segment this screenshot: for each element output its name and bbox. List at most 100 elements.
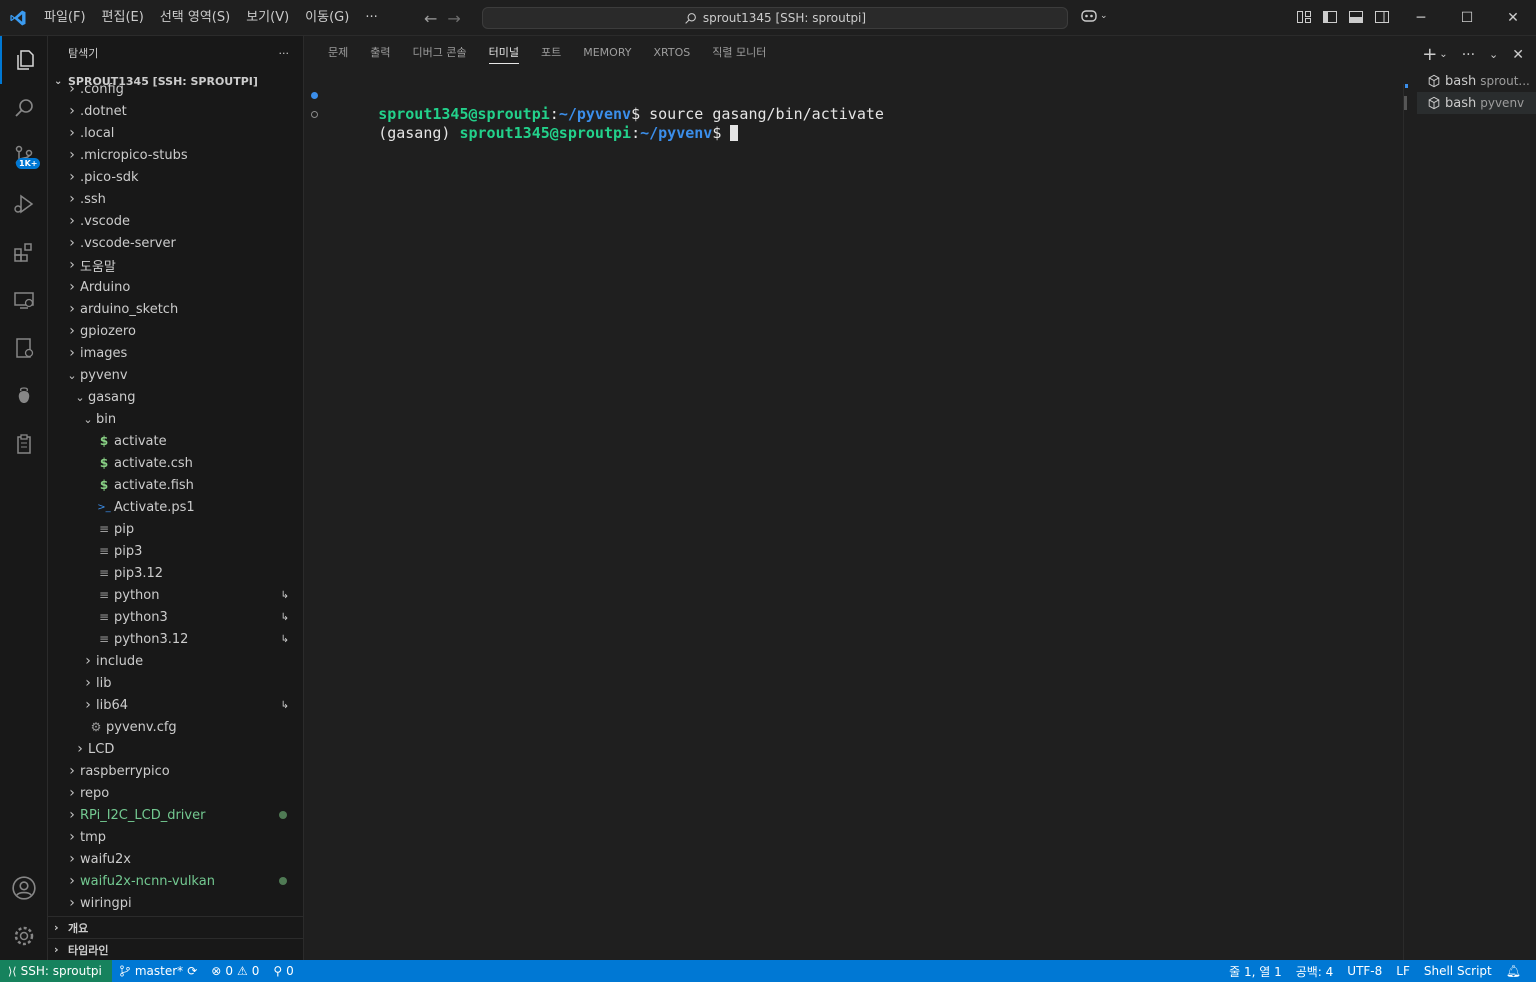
tree-file[interactable]: $ activate.csh	[48, 452, 303, 474]
tree-folder[interactable]: › wiringpi	[48, 892, 303, 914]
source-control-icon[interactable]: 1K+	[0, 132, 48, 180]
remote-indicator[interactable]: ⟩⟨ SSH: sproutpi	[0, 960, 112, 982]
tree-file[interactable]: ≡ pip3.12	[48, 562, 303, 584]
tree-file[interactable]: $ activate	[48, 430, 303, 452]
toggle-panel-icon[interactable]	[1348, 9, 1364, 25]
copilot-menu[interactable]: ⌄	[1080, 8, 1108, 24]
tab-memory[interactable]: MEMORY	[572, 36, 642, 70]
tree-folder[interactable]: › .vscode-server	[48, 232, 303, 254]
tree-folder[interactable]: › 도움말	[48, 254, 303, 276]
menu-selection[interactable]: 선택 영역(S)	[152, 0, 238, 36]
git-branch[interactable]: master* ⟳	[112, 964, 204, 978]
maximize-panel-icon[interactable]: ⌄	[1489, 48, 1498, 61]
tree-folder[interactable]: › .config	[48, 78, 303, 100]
tree-folder[interactable]: › arduino_sketch	[48, 298, 303, 320]
tree-folder[interactable]: › gpiozero	[48, 320, 303, 342]
tab-problems[interactable]: 문제	[317, 36, 359, 70]
tree-file[interactable]: ≡ python ↳	[48, 584, 303, 606]
tree-item-label: include	[96, 653, 144, 669]
tree-folder[interactable]: › .pico-sdk	[48, 166, 303, 188]
end-of-line[interactable]: LF	[1389, 964, 1417, 978]
tree-folder[interactable]: › include	[48, 650, 303, 672]
pico-extension-icon[interactable]	[0, 324, 48, 372]
more-actions-icon[interactable]: ···	[1462, 47, 1475, 63]
gear-icon[interactable]	[0, 912, 48, 960]
tab-debug-console[interactable]: 디버그 콘솔	[402, 36, 478, 70]
outline-section[interactable]: › 개요	[48, 916, 303, 938]
tree-folder[interactable]: › waifu2x-ncnn-vulkan	[48, 870, 303, 892]
command-center[interactable]: sprout1345 [SSH: sproutpi]	[482, 7, 1068, 29]
ports-indicator[interactable]: ⚲ 0	[266, 964, 300, 978]
toggle-secondary-sidebar-icon[interactable]	[1374, 9, 1390, 25]
menu-more[interactable]: ···	[357, 0, 385, 36]
terminal-scrollbar[interactable]	[1403, 84, 1417, 960]
tree-folder[interactable]: › .ssh	[48, 188, 303, 210]
tree-item-label: Arduino	[80, 279, 131, 295]
terminal-item[interactable]: bash pyvenv	[1417, 92, 1536, 114]
tab-terminal[interactable]: 터미널	[478, 36, 530, 70]
forward-arrow-icon[interactable]: →	[447, 9, 460, 28]
tree-folder[interactable]: › RPi_I2C_LCD_driver	[48, 804, 303, 826]
tab-output[interactable]: 출력	[359, 36, 401, 70]
tab-serial-monitor[interactable]: 직렬 모니터	[701, 36, 777, 70]
customize-layout-icon[interactable]	[1296, 9, 1312, 25]
account-icon[interactable]	[0, 864, 48, 912]
tree-folder[interactable]: › waifu2x	[48, 848, 303, 870]
language-mode[interactable]: Shell Script	[1417, 964, 1499, 978]
more-actions-icon[interactable]: ···	[279, 47, 290, 60]
tree-folder[interactable]: › LCD	[48, 738, 303, 760]
toggle-primary-sidebar-icon[interactable]	[1322, 9, 1338, 25]
menu-view[interactable]: 보기(V)	[238, 0, 297, 36]
close-icon[interactable]: ✕	[1512, 47, 1524, 63]
tree-file[interactable]: $ activate.fish	[48, 474, 303, 496]
run-debug-icon[interactable]	[0, 180, 48, 228]
tree-folder[interactable]: › .local	[48, 122, 303, 144]
chevron-down-icon[interactable]: ⌄	[1439, 49, 1447, 60]
menu-edit[interactable]: 편집(E)	[94, 0, 152, 36]
terminal-item[interactable]: bash sprout...	[1417, 70, 1536, 92]
terminal-output[interactable]: sprout1345@sproutpi:~/pyvenv$ source gas…	[305, 86, 1403, 946]
tree-folder[interactable]: › lib	[48, 672, 303, 694]
scrollbar-thumb[interactable]	[1404, 96, 1407, 110]
tree-file[interactable]: >_ Activate.ps1	[48, 496, 303, 518]
tree-folder[interactable]: › raspberrypico	[48, 760, 303, 782]
close-window-icon[interactable]: ✕	[1490, 0, 1536, 36]
tree-file[interactable]: ≡ python3 ↳	[48, 606, 303, 628]
problems-indicator[interactable]: ⊗ 0 ⚠ 0	[204, 964, 266, 978]
extensions-icon[interactable]	[0, 228, 48, 276]
indentation[interactable]: 공백: 4	[1289, 963, 1341, 980]
tree-folder[interactable]: ⌄ bin	[48, 408, 303, 430]
cursor-position[interactable]: 줄 1, 열 1	[1222, 963, 1289, 980]
explorer-icon[interactable]	[0, 36, 48, 84]
tree-folder[interactable]: › images	[48, 342, 303, 364]
menu-go[interactable]: 이동(G)	[297, 0, 357, 36]
minimize-icon[interactable]: ─	[1398, 0, 1444, 36]
raspberry-icon[interactable]	[0, 372, 48, 420]
tree-folder[interactable]: ⌄ pyvenv	[48, 364, 303, 386]
notifications-bell-icon[interactable]: 🔔︎	[1499, 964, 1528, 978]
tree-folder[interactable]: › repo	[48, 782, 303, 804]
tree-folder[interactable]: › .micropico-stubs	[48, 144, 303, 166]
tree-folder[interactable]: ⌄ gasang	[48, 386, 303, 408]
tree-file[interactable]: ⚙ pyvenv.cfg	[48, 716, 303, 738]
tab-xrtos[interactable]: XRTOS	[642, 36, 701, 70]
tab-ports[interactable]: 포트	[530, 36, 572, 70]
menu-file[interactable]: 파일(F)	[36, 0, 94, 36]
maximize-icon[interactable]: ☐	[1444, 0, 1490, 36]
sync-icon[interactable]: ⟳	[187, 964, 197, 978]
timeline-section[interactable]: › 타임라인	[48, 938, 303, 960]
tree-file[interactable]: ≡ python3.12 ↳	[48, 628, 303, 650]
tree-folder[interactable]: › lib64 ↳	[48, 694, 303, 716]
tree-folder[interactable]: › .dotnet	[48, 100, 303, 122]
search-icon[interactable]	[0, 84, 48, 132]
remote-explorer-icon[interactable]	[0, 276, 48, 324]
tree-folder[interactable]: › Arduino	[48, 276, 303, 298]
tree-folder[interactable]: › .vscode	[48, 210, 303, 232]
encoding[interactable]: UTF-8	[1340, 964, 1389, 978]
new-terminal-icon[interactable]: +	[1422, 44, 1437, 65]
tree-folder[interactable]: › tmp	[48, 826, 303, 848]
tree-file[interactable]: ≡ pip	[48, 518, 303, 540]
clipboard-icon[interactable]	[0, 420, 48, 468]
tree-file[interactable]: ≡ pip3	[48, 540, 303, 562]
back-arrow-icon[interactable]: ←	[424, 9, 437, 28]
